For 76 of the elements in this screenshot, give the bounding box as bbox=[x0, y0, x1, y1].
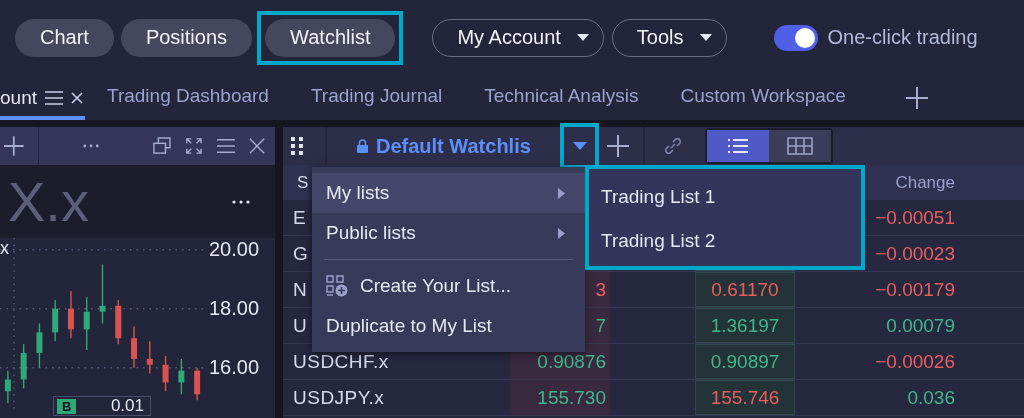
workspace-tab[interactable]: Trading Journal bbox=[310, 75, 463, 120]
menu-item[interactable]: Trading List 1 bbox=[589, 175, 861, 219]
column-header[interactable]: Change bbox=[895, 172, 955, 192]
menu-item[interactable]: Trading List 2 bbox=[589, 219, 861, 263]
price-label: 20.00 bbox=[209, 237, 260, 261]
close-icon[interactable] bbox=[248, 137, 265, 155]
symbol-cell: U bbox=[293, 314, 308, 336]
order-ticket[interactable]: B 0.01 bbox=[53, 396, 151, 416]
workspace-tab[interactable]: Trading Dashboard bbox=[107, 75, 289, 120]
nav-button[interactable]: Positions bbox=[120, 18, 253, 57]
add-icon[interactable] bbox=[4, 135, 24, 157]
candlestick bbox=[4, 369, 11, 404]
candlestick bbox=[36, 322, 43, 369]
symbol-cell: G bbox=[293, 242, 309, 264]
candlestick bbox=[52, 299, 59, 342]
grid-view-button[interactable] bbox=[769, 130, 831, 162]
candlestick bbox=[194, 367, 201, 401]
watchlist-title: Default Watchlis bbox=[376, 134, 532, 158]
order-size: 0.01 bbox=[110, 396, 144, 416]
menu-icon[interactable] bbox=[217, 138, 235, 154]
change-value: −0.00179 bbox=[875, 278, 955, 300]
symbol-cell: E bbox=[293, 206, 307, 228]
windows-icon[interactable] bbox=[153, 136, 172, 156]
list-icon bbox=[728, 139, 748, 153]
close-icon[interactable] bbox=[71, 91, 83, 104]
menu-icon[interactable] bbox=[45, 90, 63, 105]
chevron-right-icon bbox=[558, 187, 565, 199]
change-value: 0.036 bbox=[907, 386, 955, 408]
workspace-tab[interactable]: Custom Workspace bbox=[680, 75, 866, 120]
price-label: 16.00 bbox=[209, 355, 260, 379]
list-view-button[interactable] bbox=[707, 130, 769, 162]
caret-icon bbox=[699, 34, 712, 41]
symbol-cell: USDCHF.x bbox=[293, 350, 389, 372]
add-tab-icon[interactable] bbox=[905, 86, 928, 109]
candlestick bbox=[162, 355, 169, 392]
bid-price[interactable]: 3 bbox=[595, 278, 606, 301]
menu-item[interactable]: Create Your List... bbox=[312, 266, 585, 306]
dropdown-icon[interactable] bbox=[572, 142, 587, 150]
chart-watermark: X.x bbox=[7, 173, 89, 230]
list-add-icon bbox=[326, 275, 348, 297]
chevron-right-icon bbox=[558, 227, 565, 239]
nav-button[interactable]: Watchlist bbox=[265, 18, 396, 57]
candlestick bbox=[146, 340, 153, 375]
caret-icon bbox=[576, 34, 589, 41]
symbol-cell: USDJPY.x bbox=[293, 386, 385, 408]
link-icon[interactable] bbox=[663, 136, 683, 156]
menu-item[interactable]: My lists bbox=[312, 173, 585, 213]
toggle-switch[interactable] bbox=[773, 24, 818, 51]
lock-icon bbox=[357, 139, 368, 153]
bid-price[interactable]: 7 bbox=[595, 314, 606, 337]
workspace-tab[interactable]: Technical Analysis bbox=[484, 75, 659, 120]
change-value: −0.00026 bbox=[875, 350, 955, 372]
candlestick bbox=[83, 296, 90, 351]
expand-icon[interactable] bbox=[185, 136, 204, 156]
candlestick bbox=[99, 263, 106, 325]
menu-item[interactable]: Duplicate to My List bbox=[312, 306, 585, 346]
candlestick bbox=[115, 299, 122, 345]
change-value: −0.00051 bbox=[875, 206, 955, 228]
symbol-cell: N bbox=[293, 278, 308, 300]
candlestick bbox=[131, 325, 138, 369]
change-value: −0.00023 bbox=[875, 242, 955, 264]
candlestick bbox=[20, 343, 27, 390]
nav-button[interactable]: Chart bbox=[15, 18, 114, 57]
buy-badge: B bbox=[57, 398, 77, 414]
add-icon[interactable] bbox=[607, 135, 629, 157]
price-label: 18.00 bbox=[209, 296, 260, 320]
change-value: 0.00079 bbox=[886, 314, 955, 336]
candlestick bbox=[67, 290, 74, 339]
chart-symbol: x bbox=[0, 238, 9, 259]
menu-item[interactable]: Public lists bbox=[312, 213, 585, 253]
grip-icon[interactable] bbox=[291, 137, 303, 155]
toggle-label: One-click trading bbox=[827, 26, 978, 49]
column-header[interactable]: S bbox=[297, 172, 309, 192]
more-icon[interactable] bbox=[232, 199, 250, 204]
grid-icon bbox=[787, 137, 813, 155]
candlestick bbox=[178, 358, 185, 395]
